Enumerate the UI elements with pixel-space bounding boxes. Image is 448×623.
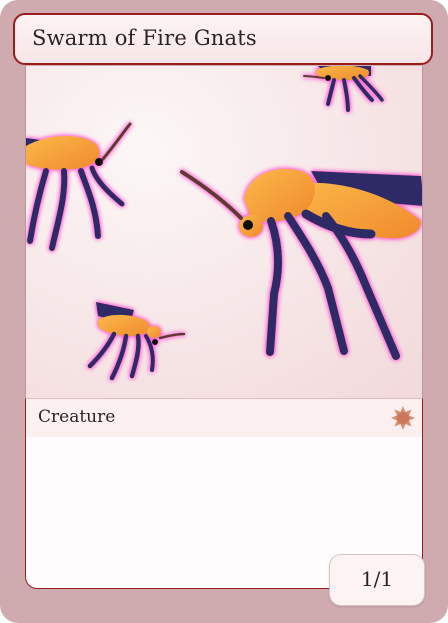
power-toughness-box: 1/1 [329, 554, 425, 606]
creature-card[interactable]: Swarm of Fire Gnats Creature 1/1 [0, 0, 448, 623]
tiny-gnat [303, 66, 384, 112]
card-type: Creature [38, 407, 116, 427]
large-gnat [180, 168, 422, 360]
small-gnat [87, 302, 186, 381]
sun-starburst-icon [391, 406, 415, 430]
type-line: Creature [25, 398, 423, 438]
fire-gnats-illustration [26, 66, 422, 381]
card-title-bar: Swarm of Fire Gnats [13, 13, 433, 65]
power-toughness: 1/1 [360, 567, 394, 591]
card-name: Swarm of Fire Gnats [32, 26, 257, 50]
card-artwork [25, 66, 423, 400]
left-gnat [26, 122, 132, 251]
